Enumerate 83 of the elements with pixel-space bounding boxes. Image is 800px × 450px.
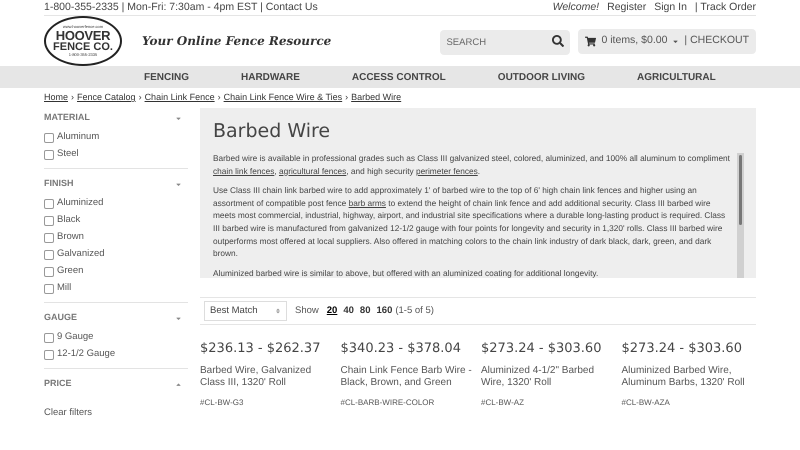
caret-icon[interactable] — [175, 380, 182, 388]
search-field[interactable]: SEARCH — [440, 30, 570, 54]
caret-icon[interactable] — [175, 314, 182, 322]
filter-option[interactable]: Green — [57, 264, 84, 279]
nav-link[interactable]: FENCING — [144, 70, 189, 84]
price-range: $273.24 - $303.60 — [481, 340, 602, 358]
welcome-text: Welcome! — [552, 0, 600, 15]
checkbox[interactable] — [44, 216, 54, 226]
clear-filters-link[interactable]: Clear filters — [44, 406, 188, 420]
price-range: $236.13 - $262.37 — [200, 340, 322, 358]
account-link[interactable]: Sign In — [654, 0, 687, 16]
caret-icon — [672, 38, 680, 44]
text-link[interactable]: perimeter fences — [416, 166, 478, 176]
sort-select[interactable]: Best Match — [204, 301, 287, 321]
filter-heading[interactable]: MATERIAL — [44, 111, 90, 125]
page-title: Barbed Wire — [213, 119, 332, 144]
cart-button[interactable]: 0 items, $0.00 | CHECKOUT — [578, 28, 756, 54]
breadcrumb-link[interactable]: Chain Link Fence Wire & Ties — [224, 91, 342, 105]
product-name[interactable]: Aluminized 4-1/2" Barbed Wire, 1320' Roll — [481, 364, 614, 390]
product-sku: #CL-BW-G3 — [200, 396, 244, 408]
product-name[interactable]: Aluminized Barbed Wire, Aluminum Barbs, 1320' Roll — [622, 364, 754, 390]
product-sku: #CL-BW-AZ — [481, 396, 525, 408]
nav-link[interactable]: OUTDOOR LIVING — [498, 70, 586, 84]
product-sku: #CL-BARB-WIRE-COLOR — [340, 396, 436, 408]
result-count: (1-5 of 5) — [395, 304, 434, 318]
caret-icon[interactable] — [175, 114, 182, 122]
breadcrumb-separator: › — [71, 91, 74, 104]
checkbox[interactable] — [44, 350, 54, 360]
breadcrumb-separator: › — [345, 91, 348, 104]
checkbox[interactable] — [44, 150, 54, 160]
page-size-link[interactable]: 40 — [343, 304, 354, 318]
page-size-link[interactable]: 20 — [326, 304, 338, 318]
checkbox[interactable] — [44, 332, 54, 342]
product-sku: #CL-BW-AZA — [622, 396, 671, 408]
breadcrumb-link[interactable]: Barbed Wire — [351, 91, 402, 105]
price-range: $273.24 - $303.60 — [622, 340, 743, 358]
checkbox[interactable] — [44, 232, 54, 242]
page-size-link[interactable]: 160 — [376, 304, 392, 318]
scrollbar[interactable] — [737, 153, 744, 278]
nav-link[interactable]: HARDWARE — [241, 70, 300, 84]
breadcrumb-link[interactable]: Fence Catalog — [77, 91, 136, 105]
description-paragraph: Use Class III chain link barbed wire to add approximately 1' of barbed wire to the top of 6' high chain link fences and higher using an assortment of compatible post fence barb arms to extend the height of chain link fence and add additional security. Class III barbed wire meets most commercial, industrial, highway, airport, and industrial site specifications where a durable long-lasting product is required. Class III barbed wire is manufactured from galvanized 12-1/2 gauge with four points for longevity and security in 1,320' rolls. Class III barbed wire outperforms most offered at local suppliers. Also offered in matching colors to the chain link industry of dark black, dark, green, and dark brown. — [213, 184, 726, 260]
text-link[interactable]: chain link fences — [213, 166, 274, 176]
description-paragraph: Barbed wire is available in professional grades such as Class III galvanized steel, colored, aluminized, and 100% all aluminum to compliment chain link fences, agricultural fences, and high security perimeter fences. — [213, 152, 731, 178]
filter-heading[interactable]: GAUGE — [44, 311, 78, 325]
nav-link[interactable]: AGRICULTURAL — [637, 70, 716, 84]
description-paragraph: Aluminized barbed wire is similar to above, but offered with an aluminized coating for additional longevity. — [213, 266, 600, 278]
caret-icon[interactable] — [175, 180, 182, 188]
filter-option[interactable]: Steel — [57, 147, 79, 162]
breadcrumb-link[interactable]: Chain Link Fence — [144, 91, 215, 105]
breadcrumb-link[interactable]: Home — [44, 91, 68, 105]
checkbox[interactable] — [44, 132, 54, 142]
checkbox[interactable] — [44, 266, 54, 276]
filter-option[interactable]: Black — [57, 213, 80, 228]
nav-link[interactable]: ACCESS CONTROL — [352, 70, 446, 84]
page-size-link[interactable]: 80 — [360, 304, 370, 318]
filter-option[interactable]: Aluminum — [57, 130, 100, 145]
filter-option[interactable]: Aluminized — [57, 196, 104, 211]
breadcrumb-separator: › — [138, 91, 142, 104]
filter-heading[interactable]: PRICE — [44, 377, 72, 391]
account-link[interactable]: Register — [607, 0, 646, 16]
filter-option[interactable]: Galvanized — [57, 247, 105, 262]
product-name[interactable]: Barbed Wire, Galvanized Class III, 1320' Roll — [200, 364, 332, 390]
filter-option[interactable]: 12-1/2 Gauge — [57, 347, 116, 362]
show-label: Show — [295, 304, 319, 318]
account-link[interactable]: | Track Order — [694, 0, 756, 16]
filter-heading[interactable]: FINISH — [44, 177, 74, 191]
checkbox[interactable] — [44, 284, 54, 294]
search-icon[interactable] — [552, 34, 564, 46]
filter-option[interactable]: Brown — [57, 230, 84, 245]
text-link[interactable]: barb arms — [348, 198, 386, 208]
price-range: $340.23 - $378.04 — [340, 340, 462, 358]
checkbox[interactable] — [44, 198, 54, 208]
text-link[interactable]: agricultural fences — [278, 166, 346, 176]
product-name[interactable]: Chain Link Fence Barb Wire - Black, Brown, and Green — [340, 364, 473, 390]
sort-icon — [275, 308, 281, 314]
contact-info: 1-800-355-2335 | Mon-Fri: 7:30am - 4pm EST | Contact Us — [44, 0, 318, 15]
cart-icon — [585, 36, 596, 46]
filter-option[interactable]: 9 Gauge — [57, 330, 94, 345]
filter-option[interactable]: Mill — [57, 281, 72, 296]
breadcrumb-separator: › — [218, 91, 221, 104]
checkbox[interactable] — [44, 250, 54, 260]
tagline: Your Online Fence Resource — [142, 33, 332, 50]
